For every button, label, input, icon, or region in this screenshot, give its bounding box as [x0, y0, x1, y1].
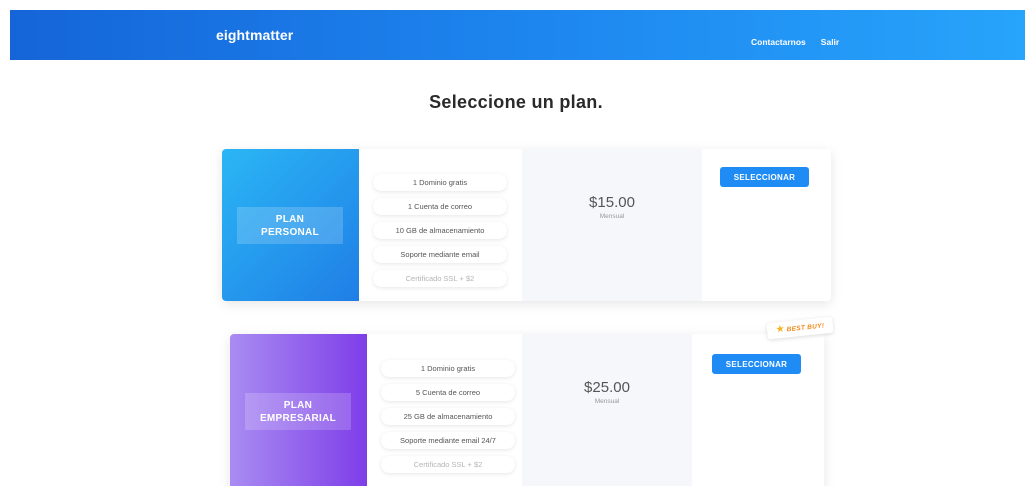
page-title: Seleccione un plan.	[429, 92, 603, 112]
plan-side-panel: PLAN PERSONAL	[222, 149, 359, 301]
top-navbar: eightmatter Contactarnos Salir	[10, 10, 1025, 60]
feature-item: 5 Cuenta de correo	[381, 384, 515, 401]
plan-price: $15.00	[589, 194, 635, 211]
feature-item: Certificado SSL + $2	[373, 270, 507, 287]
nav-link-logout[interactable]: Salir	[821, 37, 839, 47]
feature-item: 1 Cuenta de correo	[373, 198, 507, 215]
plan-name: PLAN EMPRESARIAL	[245, 393, 351, 430]
feature-list: 1 Dominio gratis 5 Cuenta de correo 25 G…	[367, 334, 530, 486]
brand-logo[interactable]: eightmatter	[216, 27, 293, 43]
price-column: $25.00 Mensual	[522, 334, 692, 486]
feature-item: 10 GB de almacenamiento	[373, 222, 507, 239]
nav-link-contact[interactable]: Contactarnos	[751, 37, 806, 47]
plan-name: PLAN PERSONAL	[237, 207, 343, 244]
nav-links: Contactarnos Salir	[751, 37, 839, 47]
feature-list: 1 Dominio gratis 1 Cuenta de correo 10 G…	[359, 149, 522, 301]
feature-item: 1 Dominio gratis	[381, 360, 515, 377]
plan-side-panel: PLAN EMPRESARIAL	[230, 334, 367, 486]
plan-card-personal: PLAN PERSONAL 1 Dominio gratis 1 Cuenta …	[222, 149, 831, 301]
plan-card-empresarial: PLAN EMPRESARIAL 1 Dominio gratis 5 Cuen…	[230, 334, 824, 486]
feature-item: Soporte mediante email	[373, 246, 507, 263]
feature-item: 1 Dominio gratis	[373, 174, 507, 191]
best-buy-label: BEST BUY!	[786, 321, 825, 333]
star-icon: ★	[775, 323, 786, 336]
select-plan-button[interactable]: SELECCIONAR	[712, 354, 801, 374]
plan-period: Mensual	[599, 213, 625, 220]
plan-period: Mensual	[594, 398, 620, 405]
feature-item: Soporte mediante email 24/7	[381, 432, 515, 449]
feature-item: 25 GB de almacenamiento	[381, 408, 515, 425]
select-plan-button[interactable]: SELECCIONAR	[720, 167, 809, 187]
feature-item: Certificado SSL + $2	[381, 456, 515, 473]
price-column: $15.00 Mensual	[522, 149, 702, 301]
plan-price: $25.00	[584, 379, 630, 396]
